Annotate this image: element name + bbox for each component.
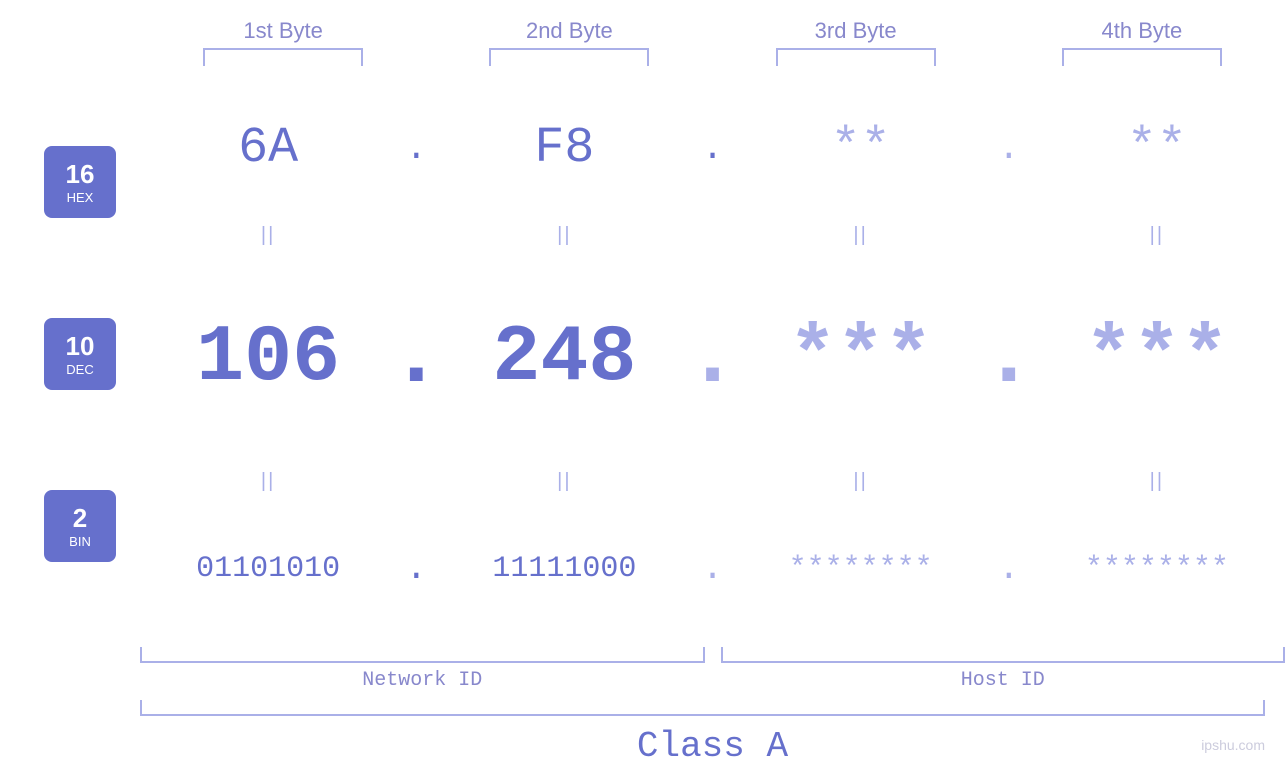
eq2-b1: || [140, 470, 396, 493]
dot-dec-2: . [693, 307, 733, 409]
hex-byte3: ** [733, 120, 989, 177]
hex-byte1: 6A [140, 120, 396, 177]
class-label: Class A [0, 726, 1285, 767]
eq1-b1: || [140, 224, 396, 247]
equals-1: || || || || [140, 220, 1285, 250]
dec-byte3: *** [733, 313, 989, 404]
eq2-b3: || [733, 470, 989, 493]
eq2-b4: || [1029, 470, 1285, 493]
dot-hex-3: . [989, 128, 1029, 169]
outer-bracket-container [0, 700, 1285, 716]
hex-byte4: ** [1029, 120, 1285, 177]
eq1-b2: || [436, 224, 692, 247]
watermark: ipshu.com [1201, 737, 1265, 753]
badges-column: 16 HEX 10 DEC 2 BIN [0, 76, 140, 692]
byte-headers: 1st Byte 2nd Byte 3rd Byte 4th Byte [0, 18, 1285, 44]
eq1-b3: || [733, 224, 989, 247]
dot-dec-3: . [989, 307, 1029, 409]
main-container: 1st Byte 2nd Byte 3rd Byte 4th Byte 16 H… [0, 0, 1285, 767]
dot-dec-1: . [396, 307, 436, 409]
bin-row: 01101010 . 11111000 . ******** . *******… [140, 497, 1285, 641]
hex-byte2: F8 [436, 120, 692, 177]
bin-byte4: ******** [1029, 552, 1285, 586]
dot-bin-1: . [396, 548, 436, 589]
top-brackets [0, 48, 1285, 66]
badge-bin: 2 BIN [44, 490, 116, 562]
hex-row: 6A . F8 . ** . ** [140, 76, 1285, 220]
content-area: 16 HEX 10 DEC 2 BIN 6A . F8 . ** . ** [0, 76, 1285, 692]
bin-byte1: 01101010 [140, 552, 396, 586]
eq2-b2: || [436, 470, 692, 493]
bin-byte2: 11111000 [436, 552, 692, 586]
dot-hex-2: . [693, 128, 733, 169]
badge-hex: 16 HEX [44, 146, 116, 218]
byte-header-1: 1st Byte [140, 18, 426, 44]
badge-dec: 10 DEC [44, 318, 116, 390]
host-id-label: Host ID [721, 669, 1285, 692]
equals-2: || || || || [140, 467, 1285, 497]
outer-bracket [140, 700, 1265, 716]
byte-header-4: 4th Byte [999, 18, 1285, 44]
dot-hex-1: . [396, 128, 436, 169]
data-grid: 6A . F8 . ** . ** || || || || 106 [140, 76, 1285, 692]
dec-byte2: 248 [436, 313, 692, 404]
dec-row: 106 . 248 . *** . *** [140, 250, 1285, 466]
segment-labels: Network ID Host ID [140, 669, 1285, 692]
dot-bin-2: . [693, 548, 733, 589]
network-id-label: Network ID [140, 669, 705, 692]
eq1-b4: || [1029, 224, 1285, 247]
bottom-brackets [140, 647, 1285, 663]
byte-header-2: 2nd Byte [426, 18, 712, 44]
dec-byte4: *** [1029, 313, 1285, 404]
dot-bin-3: . [989, 548, 1029, 589]
dec-byte1: 106 [140, 313, 396, 404]
byte-header-3: 3rd Byte [713, 18, 999, 44]
bin-byte3: ******** [733, 552, 989, 586]
